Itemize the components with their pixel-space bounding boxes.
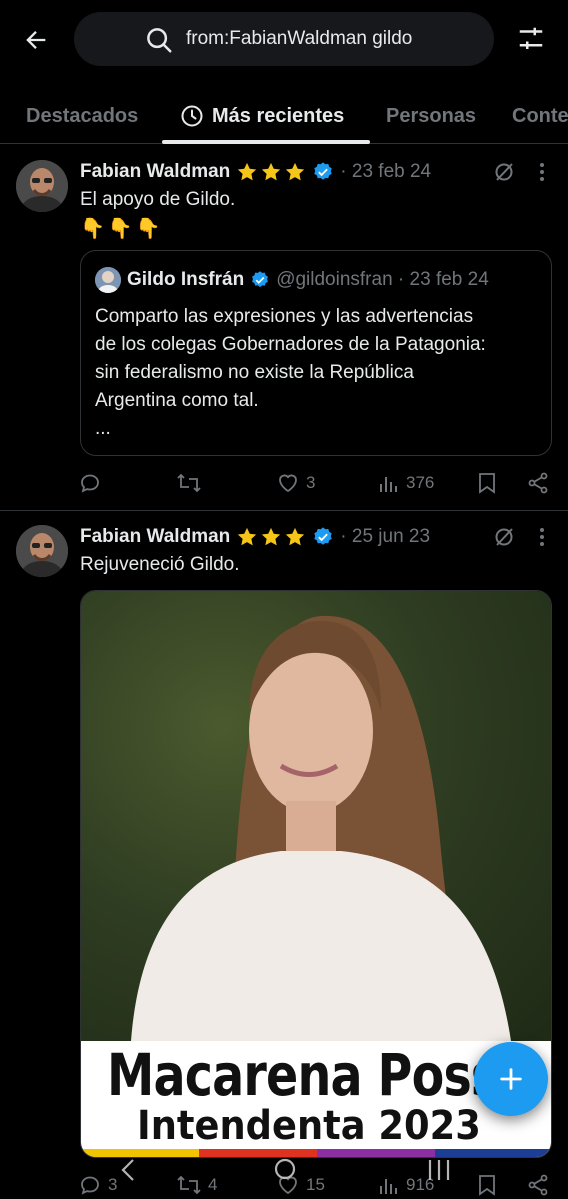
repost-icon	[177, 473, 201, 493]
views-button[interactable]: 376	[378, 468, 434, 498]
share-icon	[528, 472, 548, 494]
back-button[interactable]	[20, 24, 52, 56]
plus-icon	[500, 1068, 522, 1090]
tab-label: Personas	[386, 104, 477, 127]
search-icon	[147, 28, 172, 53]
filter-button[interactable]	[514, 22, 548, 56]
tweet-text: El apoyo de Gildo.	[80, 189, 236, 210]
back-arrow-icon	[26, 31, 46, 49]
tab-bar: Destacados Más recientes Personas Conte	[0, 88, 568, 144]
share-button[interactable]	[526, 468, 550, 498]
quote-avatar	[95, 267, 121, 293]
top-bar: from:FabianWaldman gildo	[0, 0, 568, 80]
banner-subtitle: Intendenta 2023	[137, 1103, 481, 1149]
avatar[interactable]	[16, 160, 68, 212]
star-icon	[286, 162, 305, 181]
compose-button[interactable]	[474, 1042, 548, 1116]
emoji: 👇	[135, 218, 161, 240]
quote-header: Gildo Insfrán @gildoinsfran · 23 feb 24	[95, 267, 489, 293]
like-icon	[279, 474, 297, 493]
author-name[interactable]: Fabian Waldman	[80, 526, 230, 548]
quoted-tweet[interactable]: Gildo Insfrán @gildoinsfran · 23 feb 24 …	[80, 250, 552, 456]
tweet-date: · 25 jun 23	[340, 526, 431, 547]
nav-recents-icon[interactable]	[426, 1156, 452, 1184]
avatar[interactable]	[16, 525, 68, 577]
reply-button[interactable]	[78, 468, 108, 498]
more-button[interactable]	[530, 160, 554, 184]
like-count: 3	[306, 473, 316, 492]
more-icon	[540, 163, 544, 181]
divider	[0, 510, 568, 511]
nav-home-icon[interactable]	[272, 1156, 298, 1184]
quote-text: Comparto las expresiones y las advertenc…	[95, 303, 541, 443]
repost-button[interactable]	[176, 468, 208, 498]
tab-personas[interactable]: Personas	[386, 88, 476, 144]
stars	[236, 161, 306, 183]
reply-icon	[81, 474, 99, 493]
star-icon	[262, 527, 281, 546]
quote-line: sin federalismo no existe la República	[95, 362, 414, 383]
star-icon	[238, 162, 257, 181]
tweet-actions: 3 376	[0, 468, 568, 498]
tweet-header: Fabian Waldman · 23 feb 24	[80, 158, 431, 186]
search-input[interactable]: from:FabianWaldman gildo	[74, 12, 494, 66]
quote-line: de los colegas Gobernadores de la Patago…	[95, 334, 486, 355]
tab-mas-recientes[interactable]: Más recientes	[180, 88, 344, 144]
quote-author-name: Gildo Insfrán	[127, 269, 245, 290]
emoji: 👇	[80, 218, 105, 240]
clock-icon	[181, 105, 203, 127]
verified-icon	[314, 527, 332, 545]
banner-name: Macarena Poss	[107, 1041, 499, 1109]
system-nav-bar	[0, 1150, 568, 1199]
star-icon	[262, 162, 281, 181]
quote-line: Comparto las expresiones y las advertenc…	[95, 306, 474, 327]
quote-handle-date: @gildoinsfran · 23 feb 24	[276, 269, 489, 290]
verified-icon	[252, 271, 269, 288]
author-name[interactable]: Fabian Waldman	[80, 161, 230, 183]
quote-line: ...	[95, 418, 111, 439]
nav-back-icon[interactable]	[118, 1156, 140, 1184]
more-button[interactable]	[530, 525, 554, 549]
search-query: from:FabianWaldman gildo	[186, 28, 413, 49]
like-button[interactable]: 3	[276, 468, 315, 498]
star-icon	[238, 527, 257, 546]
tweet-date: · 23 feb 24	[340, 161, 432, 182]
bookmark-button[interactable]	[476, 468, 498, 498]
bookmark-icon	[479, 473, 495, 494]
tab-label: Conte	[512, 104, 568, 127]
grok-icon[interactable]	[492, 160, 516, 184]
active-tab-indicator	[162, 140, 370, 144]
tweet-header: Fabian Waldman · 25 jun 23	[80, 523, 430, 551]
filter-icon	[519, 27, 543, 49]
emoji: 👇	[107, 218, 133, 240]
verified-icon	[314, 162, 332, 180]
tweet-text: Rejuveneció Gildo.	[80, 554, 240, 575]
tab-label: Más recientes	[212, 104, 345, 127]
grok-icon[interactable]	[492, 525, 516, 549]
quote-line: Argentina como tal.	[95, 390, 259, 411]
stars	[236, 526, 306, 548]
tweet-emojis: 👇 👇 👇	[80, 216, 161, 241]
tab-destacados[interactable]: Destacados	[26, 88, 138, 144]
photo	[81, 591, 551, 1041]
view-count: 376	[406, 473, 435, 492]
tab-label: Destacados	[26, 104, 139, 127]
star-icon	[286, 527, 305, 546]
more-icon	[540, 528, 544, 546]
views-icon	[380, 477, 397, 492]
tab-contenido[interactable]: Conte	[512, 88, 568, 144]
